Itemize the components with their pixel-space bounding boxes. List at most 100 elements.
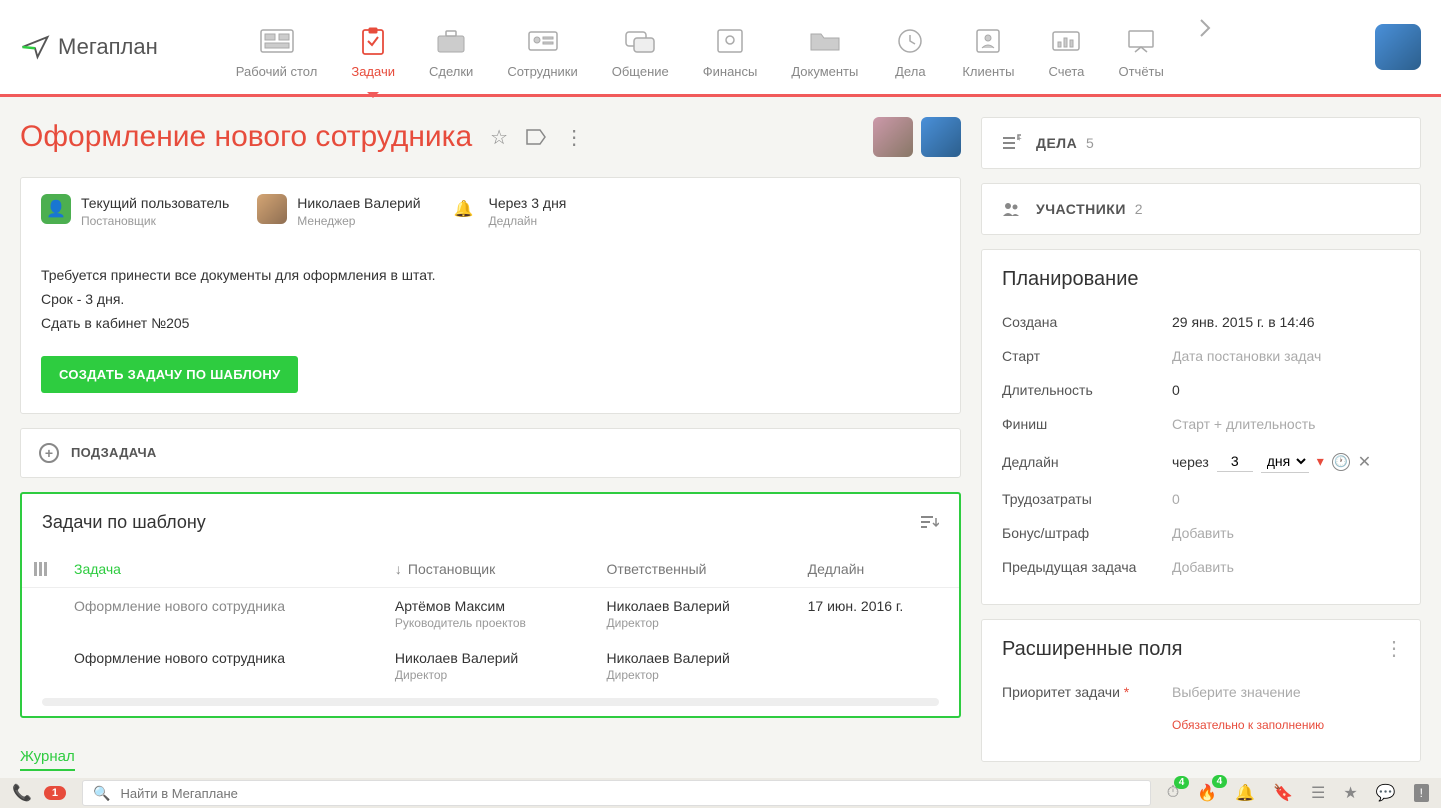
safe-icon — [712, 26, 748, 56]
search-box[interactable]: 🔍 — [82, 780, 1151, 806]
clock-icon — [892, 26, 928, 56]
page-title: Оформление нового сотрудника — [20, 120, 472, 154]
participants-panel[interactable]: УЧАСТНИКИ 2 — [981, 183, 1421, 235]
deadline-value: Через 3 дня — [489, 194, 567, 212]
nav-more-arrow[interactable] — [1198, 16, 1212, 40]
col-resp[interactable]: Ответственный — [595, 551, 796, 588]
list-icon: + — [1000, 132, 1022, 154]
top-nav: Мегаплан Рабочий стол Задачи Сделки Сотр… — [0, 0, 1441, 97]
col-setter[interactable]: ↓Постановщик — [383, 551, 595, 588]
id-card-icon — [525, 26, 561, 56]
tag-icon[interactable] — [526, 129, 546, 145]
filter-icon[interactable]: ☰ — [1311, 783, 1325, 803]
participants-label: УЧАСТНИКИ 2 — [1036, 201, 1402, 217]
user-avatar[interactable] — [1375, 24, 1421, 70]
nav-documents[interactable]: Документы — [783, 16, 866, 79]
nav-deals[interactable]: Сделки — [421, 16, 481, 79]
owner-role: Постановщик — [81, 214, 229, 228]
bookmark-icon[interactable]: 🔖 — [1273, 783, 1293, 803]
create-from-template-button[interactable]: СОЗДАТЬ ЗАДАЧУ ПО ШАБЛОНУ — [41, 356, 298, 393]
col-task[interactable]: Задача — [62, 551, 383, 588]
deadline-unit-select[interactable]: дня — [1261, 450, 1309, 473]
deadline-number-input[interactable] — [1217, 451, 1253, 472]
fire-icon[interactable]: 🔥4 — [1197, 783, 1217, 803]
priority-error: Обязательно к заполнению — [1172, 718, 1324, 732]
finish-value[interactable]: Старт + длительность — [1172, 416, 1400, 432]
cell-task: Оформление нового сотрудника — [62, 640, 383, 692]
nav-label: Сделки — [429, 64, 473, 79]
chevron-right-icon — [1198, 16, 1212, 40]
bell-icon[interactable]: 🔔 — [1235, 783, 1255, 803]
nav-clients[interactable]: Клиенты — [954, 16, 1022, 79]
cell-resp: Николаев ВалерийДиректор — [595, 640, 796, 692]
svg-text:+: + — [1017, 134, 1022, 143]
priority-select[interactable]: Выберите значение — [1172, 684, 1400, 700]
clear-icon[interactable]: ✕ — [1358, 452, 1371, 472]
nav-tasks[interactable]: Задачи — [343, 16, 403, 79]
duration-label: Длительность — [1002, 382, 1172, 398]
desc-line: Срок - 3 дня. — [41, 288, 940, 312]
duration-value[interactable]: 0 — [1172, 382, 1400, 398]
bonus-label: Бонус/штраф — [1002, 525, 1172, 541]
panel-menu-icon[interactable]: ⋮ — [1384, 636, 1404, 661]
journal-tabs: Журнал — [20, 732, 961, 778]
nav-todos[interactable]: Дела — [884, 16, 936, 79]
tab-journal[interactable]: Журнал — [20, 748, 75, 771]
effort-value[interactable]: 0 — [1172, 491, 1400, 507]
created-label: Создана — [1002, 314, 1172, 330]
table-row[interactable]: Оформление нового сотрудника Николаев Ва… — [22, 640, 959, 692]
nav-invoices[interactable]: Счета — [1040, 16, 1092, 79]
manager-name: Николаев Валерий — [297, 194, 420, 212]
finish-label: Финиш — [1002, 416, 1172, 432]
more-menu-icon[interactable]: ⋮ — [564, 125, 584, 150]
nav-chat[interactable]: Общение — [604, 16, 677, 79]
template-table: Задача ↓Постановщик Ответственный Дедлай… — [22, 551, 959, 692]
nav-label: Общение — [612, 64, 669, 79]
scrollbar[interactable] — [42, 698, 939, 706]
prev-add[interactable]: Добавить — [1172, 559, 1400, 575]
nav-dashboard[interactable]: Рабочий стол — [228, 16, 326, 79]
avatar[interactable] — [921, 117, 961, 157]
search-icon: 🔍 — [93, 785, 110, 802]
manager-role: Менеджер — [297, 214, 420, 228]
nav-label: Задачи — [351, 64, 395, 79]
subtask-label: ПОДЗАДАЧА — [71, 445, 157, 460]
nav-reports[interactable]: Отчёты — [1110, 16, 1171, 79]
title-row: Оформление нового сотрудника ☆ ⋮ — [20, 117, 961, 157]
owner-block[interactable]: 👤 Текущий пользовательПостановщик — [41, 194, 229, 228]
manager-block[interactable]: Николаев Валерий Менеджер — [257, 194, 420, 228]
briefcase-icon — [433, 26, 469, 56]
deadline-block[interactable]: 🔔 Через 3 дняДедлайн — [449, 194, 567, 228]
bottom-bar: 📞 1 🔍 ⏱4 🔥4 🔔 🔖 ☰ ★ 💬 ! — [0, 778, 1441, 808]
timer-icon[interactable]: ⏱4 — [1167, 784, 1179, 802]
nav-employees[interactable]: Сотрудники — [499, 16, 585, 79]
logo[interactable]: Мегаплан — [20, 32, 158, 62]
search-input[interactable] — [120, 786, 1139, 801]
planning-title: Планирование — [982, 250, 1420, 301]
sort-icon[interactable] — [919, 515, 939, 529]
table-row[interactable]: Оформление нового сотрудника Артёмов Мак… — [22, 587, 959, 640]
nav-label: Финансы — [703, 64, 758, 79]
ext-title: Расширенные поля — [982, 620, 1420, 671]
star-icon[interactable]: ☆ — [490, 125, 508, 150]
cell-setter: Николаев ВалерийДиректор — [383, 640, 595, 692]
col-deadline[interactable]: Дедлайн — [796, 551, 959, 588]
nav-finance[interactable]: Финансы — [695, 16, 766, 79]
add-subtask-button[interactable]: + ПОДЗАДАЧА — [21, 429, 960, 477]
phone-icon[interactable]: 📞 — [12, 783, 32, 803]
bonus-add[interactable]: Добавить — [1172, 525, 1400, 541]
alert-icon[interactable]: ! — [1414, 784, 1429, 802]
deadline-editor: через дня ▾ 🕐 ✕ — [1172, 450, 1400, 473]
avatar[interactable] — [873, 117, 913, 157]
message-icon[interactable]: 💬 — [1376, 783, 1396, 803]
star-icon[interactable]: ★ — [1343, 783, 1357, 803]
columns-icon[interactable] — [22, 551, 62, 588]
phone-badge: 1 — [44, 786, 66, 800]
person-icon: 👤 — [41, 194, 71, 224]
extended-fields-panel: ⋮ Расширенные поля Приоритет задачи * Вы… — [981, 619, 1421, 762]
effort-label: Трудозатраты — [1002, 491, 1172, 507]
deals-panel[interactable]: + ДЕЛА 5 — [981, 117, 1421, 169]
presentation-icon — [1123, 26, 1159, 56]
clock-icon[interactable]: 🕐 — [1332, 453, 1350, 471]
start-value[interactable]: Дата постановки задач — [1172, 348, 1400, 364]
